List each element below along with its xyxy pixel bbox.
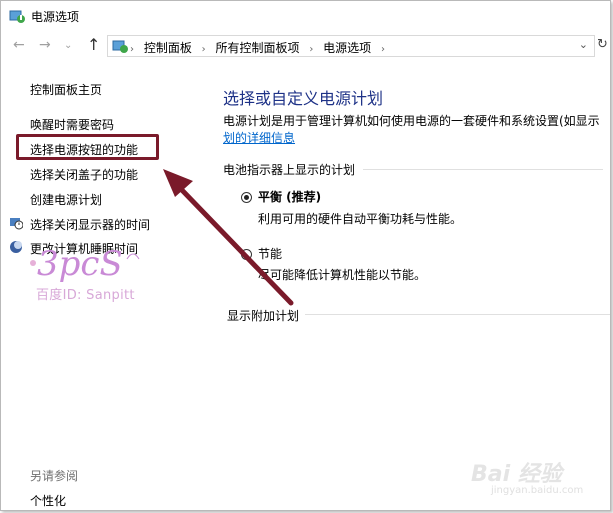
chevron-right-icon: › [130,44,134,55]
power-options-icon [9,10,25,23]
sidebar-item-display-off[interactable]: 选择关闭显示器的时间 [30,216,150,233]
description-text: 电源计划是用于管理计算机如何使用电源的一套硬件和系统设置(如显示 [223,114,600,128]
breadcrumb-all-items[interactable]: 所有控制面板项 [216,41,300,55]
page-title: 选择或自定义电源计划 [223,89,384,108]
chevron-right-icon[interactable]: › [202,44,206,55]
sidebar-item-create-plan[interactable]: 创建电源计划 [30,191,102,208]
window: 电源选项 ← → ⌄ ↑ › 控制面板 › 所有控制面板项 › 电源选项 › ⌄… [0,0,611,511]
recent-locations-button[interactable]: ⌄ [64,40,72,51]
navigation-bar: ← → ⌄ ↑ › 控制面板 › 所有控制面板项 › 电源选项 › ⌄ ↻ [1,33,610,59]
address-bar[interactable]: › 控制面板 › 所有控制面板项 › 电源选项 › ⌄ [107,35,595,57]
description-link[interactable]: 划的详细信息 [223,129,295,146]
breadcrumb: › 控制面板 › 所有控制面板项 › 电源选项 › [130,39,391,56]
baidu-watermark: Bai 经验 [471,462,562,487]
refresh-icon[interactable]: ↻ [597,37,608,52]
sidebar-item-wake-password[interactable]: 唤醒时需要密码 [30,116,114,133]
section-divider [305,314,610,315]
forward-button[interactable]: → [39,37,51,53]
clock-monitor-icon [10,218,23,230]
annotation-arrow [163,169,294,306]
sidebar-item-lid-close[interactable]: 选择关闭盖子的功能 [30,166,138,183]
breadcrumb-power-options[interactable]: 电源选项 [323,41,371,55]
watermark-logo: 3pcS [30,244,140,283]
watermark-text: 百度ID: Sanpitt [36,288,135,303]
address-dropdown-icon[interactable]: ⌄ [579,38,588,51]
baidu-url-watermark: jingyan.baidu.com [491,485,584,496]
breadcrumb-control-panel[interactable]: 控制面板 [144,41,192,55]
highlight-annotation [16,134,159,160]
back-button[interactable]: ← [13,37,25,53]
up-button[interactable]: ↑ [87,35,100,54]
sidebar-item-personalize[interactable]: 个性化 [30,492,66,509]
watermark-logo-text: 3pcS [37,244,123,283]
title-bar: 电源选项 [1,1,610,31]
control-panel-icon [112,40,128,53]
chevron-right-icon[interactable]: › [309,44,313,55]
section-divider [363,169,603,170]
see-also-label: 另请参阅 [30,469,79,483]
window-title: 电源选项 [31,10,80,24]
chevron-right-icon[interactable]: › [381,44,385,55]
sidebar-home-link[interactable]: 控制面板主页 [30,81,102,98]
moon-sleep-icon [10,241,22,253]
